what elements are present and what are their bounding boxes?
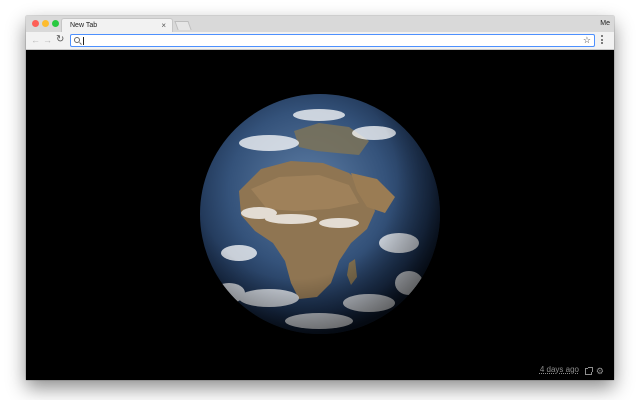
minimize-window-button[interactable]: [42, 20, 49, 27]
profile-button[interactable]: Me: [600, 19, 610, 28]
back-button[interactable]: ←: [31, 35, 40, 46]
gear-icon[interactable]: ⚙: [596, 366, 604, 376]
browser-window: New Tab × Me ← → ↻ ☆ 4 days ago ⚙: [26, 16, 614, 380]
tab-strip: New Tab × Me: [26, 16, 614, 32]
timestamp-link[interactable]: 4 days ago: [540, 365, 579, 375]
tab-close-icon[interactable]: ×: [161, 21, 166, 30]
text-cursor: [83, 37, 84, 45]
browser-toolbar: ← → ↻ ☆: [26, 32, 614, 50]
star-icon[interactable]: ☆: [583, 35, 591, 46]
new-tab-button[interactable]: [174, 21, 192, 30]
new-tab-page: 4 days ago ⚙: [26, 50, 614, 380]
maximize-window-button[interactable]: [52, 20, 59, 27]
earth-image: [200, 94, 440, 334]
reload-button[interactable]: ↻: [56, 34, 64, 45]
search-icon: [74, 37, 80, 43]
tab-title: New Tab: [70, 22, 98, 29]
forward-button[interactable]: →: [43, 35, 52, 46]
tab-new-tab[interactable]: New Tab ×: [61, 18, 173, 32]
address-bar[interactable]: ☆: [70, 34, 595, 47]
external-link-icon[interactable]: [585, 367, 593, 375]
address-input[interactable]: [83, 36, 573, 45]
menu-icon[interactable]: [601, 35, 604, 46]
close-window-button[interactable]: [32, 20, 39, 27]
